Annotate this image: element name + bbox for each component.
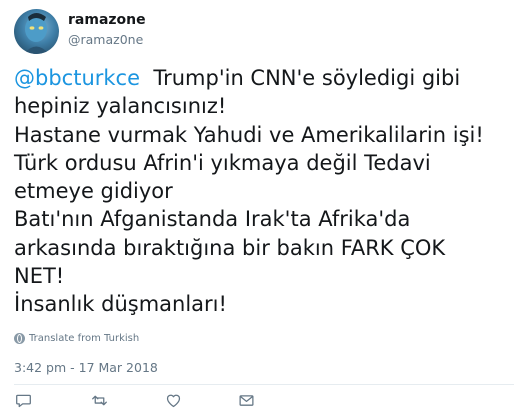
retweet-button[interactable] [90, 391, 108, 409]
tweet-line: İnsanlık düşmanları! [14, 292, 227, 317]
avatar[interactable] [14, 9, 59, 54]
retweet-icon [91, 395, 107, 405]
translate-link[interactable]: Translate from Turkish [14, 333, 139, 344]
mention-link[interactable]: @bbcturkce [14, 66, 140, 90]
divider [14, 384, 514, 385]
envelope-icon [238, 394, 254, 406]
message-button[interactable] [237, 391, 255, 409]
translate-label: Translate from Turkish [29, 333, 140, 344]
user-handle[interactable]: @ramaz0ne [68, 32, 143, 47]
tweet-text: @bbcturkce Trump'in CNN'e söyledigi gibi… [14, 64, 524, 319]
tweet-line: arkasında bıraktığına bir bakın FARK ÇOK [14, 235, 446, 260]
tweet-line: Hastane vurmak Yahudi ve Amerikalilarin … [14, 122, 484, 147]
tweet-line: hepiniz yalancısınız! [14, 94, 227, 119]
tweet-line: etmeye gidiyor [14, 179, 173, 204]
tweet-line-text: Trump'in CNN'e söyledigi gibi [140, 66, 461, 90]
display-name[interactable]: ramazone [68, 12, 146, 28]
like-button[interactable] [164, 391, 182, 409]
reply-button[interactable] [14, 391, 32, 409]
reply-icon [15, 394, 31, 407]
tweet-line: Türk ordusu Afrin'i yıkmaya değil Tedavi [14, 150, 431, 175]
avatar-image [24, 13, 49, 54]
tweet-line: Batı'nın Afganistanda Irak'ta Afrika'da [14, 207, 411, 232]
tweet-card: ramazone @ramaz0ne @bbcturkce Trump'in C… [0, 0, 528, 416]
globe-icon [14, 333, 25, 344]
action-bar [0, 387, 528, 411]
heart-icon [166, 394, 180, 407]
tweet-line: @bbcturkce Trump'in CNN'e söyledigi gibi [14, 64, 524, 92]
tweet-line: NET! [14, 264, 65, 289]
tweet-timestamp[interactable]: 3:42 pm - 17 Mar 2018 [14, 360, 158, 375]
